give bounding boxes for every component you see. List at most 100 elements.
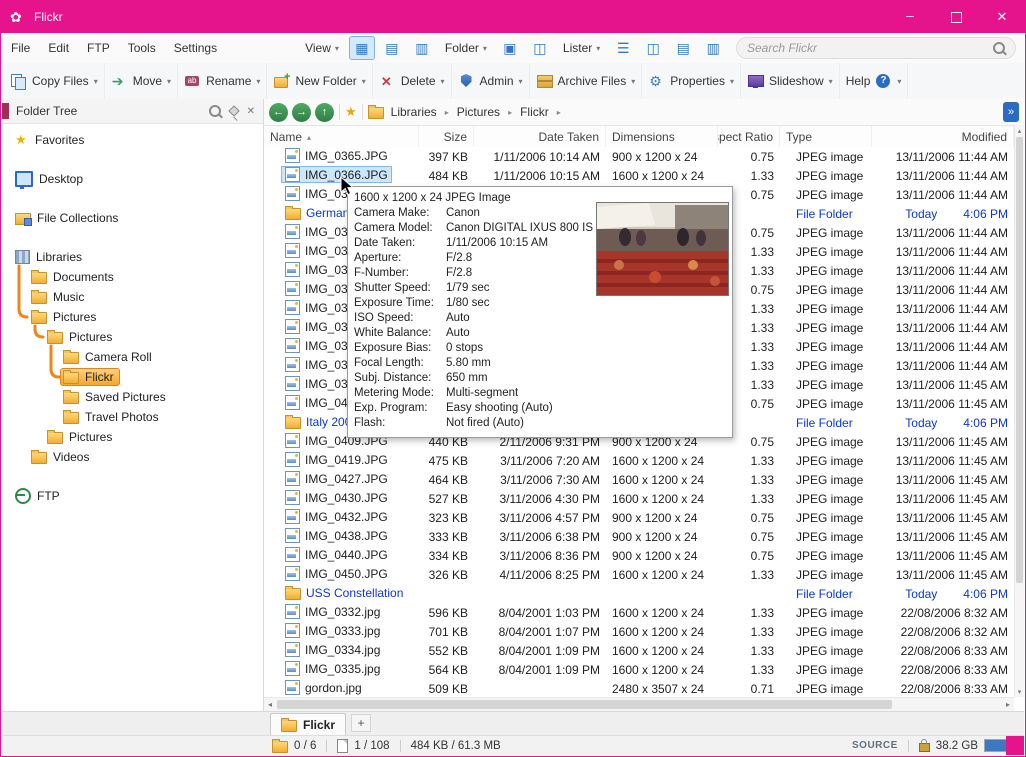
column-header-aspect-ratio[interactable]: Aspect Ratio [718, 126, 780, 148]
file-row[interactable]: IMG_0419.JPG475 KB3/11/2006 7:20 AM1600 … [264, 451, 1014, 470]
tree-panel-grip[interactable] [2, 103, 9, 119]
file-name: IMG_0432.JPG [305, 510, 388, 524]
viewer-pane-icon[interactable]: ▥ [700, 36, 726, 60]
file-row[interactable]: IMG_0450.JPG326 KB4/11/2006 8:25 PM1600 … [264, 565, 1014, 584]
menu-group-view[interactable]: View [298, 41, 346, 55]
tree-item-file-collections[interactable]: File Collections [2, 208, 263, 228]
tree-item-pictures[interactable]: Pictures [2, 427, 263, 447]
file-row[interactable]: IMG_0334.jpg552 KB8/04/2001 1:09 PM1600 … [264, 641, 1014, 660]
tree-item-travel-photos[interactable]: Travel Photos [2, 407, 263, 427]
column-header-size[interactable]: Size [419, 126, 474, 148]
file-row[interactable]: IMG_0430.JPG527 KB3/11/2006 4:30 PM1600 … [264, 489, 1014, 508]
column-header-type[interactable]: Type [780, 126, 872, 148]
resize-grip[interactable] [1006, 736, 1024, 755]
slideshow-button[interactable]: Slideshow [741, 63, 840, 99]
file-name: IMG_0335.jpg [305, 662, 380, 676]
menu-group-folder[interactable]: Folder [438, 41, 494, 55]
file-row[interactable]: IMG_0335.jpg564 KB8/04/2001 1:09 PM1600 … [264, 660, 1014, 679]
menu-item-file[interactable]: File [2, 33, 39, 63]
file-row[interactable]: IMG_0333.jpg701 KB8/04/2001 1:07 PM1600 … [264, 622, 1014, 641]
tree-item-music[interactable]: Music [2, 287, 263, 307]
copy-files-button[interactable]: Copy Files [4, 63, 105, 99]
scroll-right-icon[interactable] [1002, 698, 1014, 711]
tree-item-desktop[interactable]: Desktop [2, 169, 263, 189]
tree-item-pictures[interactable]: Pictures [2, 307, 263, 327]
chevron-down-icon [829, 77, 833, 86]
maximize-button[interactable] [933, 1, 979, 33]
folder-row[interactable]: USS ConstellationFile FolderToday4:06 PM [264, 584, 1014, 603]
tree-search-icon[interactable] [209, 105, 221, 117]
file-row[interactable]: IMG_0438.JPG333 KB3/11/2006 6:38 PM900 x… [264, 527, 1014, 546]
menu-item-ftp[interactable]: FTP [78, 33, 119, 63]
tree-item-pictures[interactable]: Pictures [2, 327, 263, 347]
tree-item-favorites[interactable]: Favorites [2, 130, 263, 150]
rename-button[interactable]: Rename [178, 63, 267, 99]
dual-display-button[interactable] [1003, 102, 1019, 122]
column-header-name[interactable]: Name [264, 126, 419, 148]
tree-item-saved-pictures[interactable]: Saved Pictures [2, 387, 263, 407]
pin-icon[interactable] [228, 105, 239, 116]
dual-horizontal-icon[interactable]: ▤ [670, 36, 696, 60]
file-row[interactable]: IMG_0332.jpg596 KB8/04/2001 1:03 PM1600 … [264, 603, 1014, 622]
tree-item-camera-roll[interactable]: Camera Roll [2, 347, 263, 367]
tree-close-icon[interactable] [247, 106, 255, 117]
search-input[interactable]: Search Flickr [736, 37, 1016, 59]
menu-item-tools[interactable]: Tools [119, 33, 165, 63]
chevron-down-icon [631, 77, 635, 86]
scroll-left-icon[interactable] [264, 698, 276, 711]
new-folder-button[interactable]: New Folder [267, 63, 372, 99]
column-header-date-taken[interactable]: Date Taken [474, 126, 606, 148]
file-row[interactable]: IMG_0366.JPG484 KB1/11/2006 10:15 AM1600… [264, 166, 1014, 185]
horizontal-scroll-thumb[interactable] [277, 700, 892, 709]
tree-item-documents[interactable]: Documents [2, 267, 263, 287]
up-button[interactable]: ↑ [315, 103, 334, 122]
back-button[interactable]: ← [269, 103, 288, 122]
tree-item-libraries[interactable]: Libraries [2, 247, 263, 267]
archive-button[interactable]: Archive Files [530, 63, 643, 99]
details-view-icon[interactable]: ▦ [349, 36, 375, 60]
file-row[interactable]: IMG_0427.JPG464 KB3/11/2006 7:30 AM1600 … [264, 470, 1014, 489]
folder-format-icon[interactable]: ◫ [527, 36, 553, 60]
dual-vertical-icon[interactable]: ◫ [640, 36, 666, 60]
tree-item-flickr[interactable]: Flickr [2, 367, 263, 387]
vertical-scroll-thumb[interactable] [1016, 137, 1023, 583]
delete-button[interactable]: Delete [373, 63, 452, 99]
favorite-star-icon[interactable] [345, 104, 357, 120]
menu-group-lister[interactable]: Lister [556, 41, 607, 55]
thumbnails-view-icon[interactable]: ▤ [379, 36, 405, 60]
scroll-down-icon[interactable] [1015, 686, 1024, 697]
close-button[interactable] [979, 1, 1025, 33]
breadcrumb-segment-flickr[interactable]: Flickr [518, 104, 551, 120]
breadcrumb-segment-libraries[interactable]: Libraries [389, 104, 439, 120]
file-row[interactable]: IMG_0440.JPG334 KB3/11/2006 8:36 PM900 x… [264, 546, 1014, 565]
minimize-button[interactable] [887, 1, 933, 33]
file-row[interactable]: IMG_0365.JPG397 KB1/11/2006 10:14 AM900 … [264, 147, 1014, 166]
column-header-modified[interactable]: Modified [872, 126, 1014, 148]
move-button[interactable]: Move [105, 63, 178, 99]
vertical-scrollbar[interactable] [1014, 125, 1024, 697]
file-row[interactable]: IMG_0432.JPG323 KB3/11/2006 4:57 PM900 x… [264, 508, 1014, 527]
cell-type: JPEG image [780, 454, 872, 468]
properties-button[interactable]: Properties [642, 63, 741, 99]
menu-item-settings[interactable]: Settings [165, 33, 226, 63]
folder-options-icon[interactable]: ▣ [497, 36, 523, 60]
lock-icon[interactable] [919, 743, 930, 752]
scroll-up-icon[interactable] [1015, 125, 1024, 136]
single-display-icon[interactable]: ☰ [610, 36, 636, 60]
forward-button[interactable]: → [292, 103, 311, 122]
column-header-dimensions[interactable]: Dimensions [606, 126, 718, 148]
help-button[interactable]: Help [840, 63, 909, 99]
tree-item-videos[interactable]: Videos [2, 447, 263, 467]
breadcrumb-segment-pictures[interactable]: Pictures [455, 104, 502, 120]
tree-item-ftp[interactable]: FTP [2, 486, 263, 506]
cell-modified: 13/11/2006 11:44 AM [872, 283, 1014, 297]
menu-item-edit[interactable]: Edit [39, 33, 78, 63]
properties-icon [648, 73, 665, 89]
horizontal-scrollbar[interactable] [264, 697, 1014, 711]
admin-button[interactable]: Admin [452, 63, 530, 99]
tiles-view-icon[interactable]: ▥ [409, 36, 435, 60]
tab-flickr[interactable]: Flickr [270, 713, 346, 735]
file-row[interactable]: gordon.jpg509 KB2480 x 3507 x 240.71JPEG… [264, 679, 1014, 697]
add-tab-button[interactable]: + [351, 714, 371, 732]
cell-modified: Today4:06 PM [872, 416, 1014, 430]
